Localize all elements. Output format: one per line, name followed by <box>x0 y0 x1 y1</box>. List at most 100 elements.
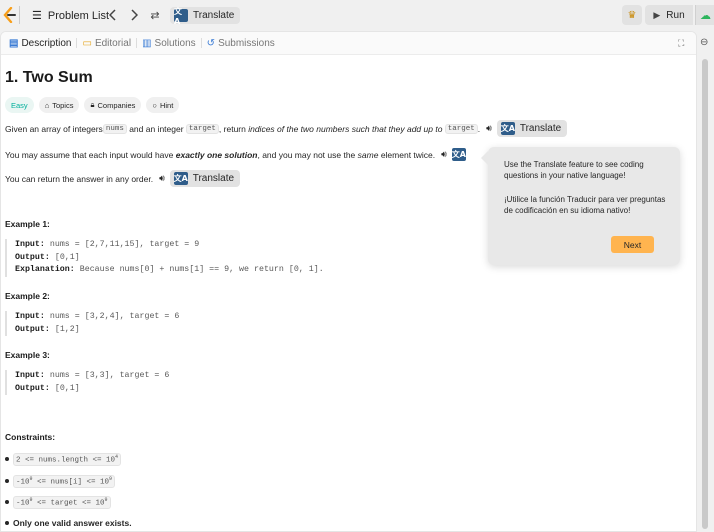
text: You can return the answer in any order. <box>5 173 154 184</box>
scrollbar[interactable]: ⊖ <box>697 31 714 532</box>
problem-list-button[interactable]: ☰ Problem List <box>32 9 110 23</box>
example-block: Input: nums = [2,7,11,15], target = 9 Ou… <box>5 239 324 277</box>
text: You may assume that each input would hav… <box>5 149 176 160</box>
lightbulb-icon: ○ <box>152 100 157 110</box>
constraints-heading: Constraints: <box>5 432 56 442</box>
constraint-item: 2 <= nums.length <= 104 <box>5 453 122 466</box>
text: . <box>477 123 481 134</box>
text: Given an array of integers <box>5 123 103 134</box>
hint-label: Hint <box>159 100 174 110</box>
text: , and you may not use the <box>257 149 358 160</box>
value: [0,1] <box>54 383 80 393</box>
top-bar: ☰ Problem List ⇄ 文A Translate ♛ ▶ Run ☁ <box>0 0 714 31</box>
submit-button[interactable]: ☁ <box>695 5 714 25</box>
logo-icon[interactable] <box>2 6 16 24</box>
tab-label: Submissions <box>218 37 275 49</box>
tooltip-arrow <box>481 151 488 165</box>
constraint-item: -109 <= target <= 109 <box>5 496 111 509</box>
shuffle-button[interactable]: ⇄ <box>147 7 163 23</box>
next-problem-button[interactable] <box>127 7 141 23</box>
editorial-icon: ▭ <box>82 37 92 49</box>
tab-label: Solutions <box>154 37 196 49</box>
label: Output: <box>15 383 50 393</box>
badge-row: Easy ⌂ Topics 🔒︎ Companies ○ Hint <box>5 97 180 113</box>
text: same <box>357 149 379 160</box>
label: Output: <box>15 324 50 334</box>
scrollbar-thumb[interactable] <box>702 59 708 529</box>
bullet <box>5 457 9 462</box>
text: exactly one solution <box>175 149 258 160</box>
difficulty-badge: Easy <box>5 97 34 113</box>
companies-label: Companies <box>97 100 136 110</box>
bullet <box>5 479 9 484</box>
description-paragraph-3: You can return the answer in any order. … <box>5 170 241 187</box>
constraint-code: -109 <= nums[i] <= 109 <box>13 475 116 488</box>
translate-button[interactable]: 文A Translate <box>169 170 241 187</box>
translate-icon: 文A <box>173 172 188 185</box>
label: Output: <box>15 252 50 262</box>
speaker-icon[interactable]: 🔊︎ <box>159 173 165 184</box>
tab-solutions[interactable]: ▥ Solutions <box>137 38 201 49</box>
tab-editorial[interactable]: ▭ Editorial <box>77 38 136 49</box>
value: nums = [2,7,11,15], target = 9 <box>49 240 200 249</box>
example-heading: Example 2: <box>5 291 50 301</box>
inline-code: nums <box>102 123 127 134</box>
value: Because nums[0] + nums[1] == 9, we retur… <box>79 265 324 274</box>
inline-code: target <box>444 123 478 134</box>
constraint-item: Only one valid answer exists. <box>5 518 132 528</box>
text: , return <box>218 123 249 134</box>
play-icon: ▶ <box>653 9 661 20</box>
speaker-icon[interactable]: 🔊︎ <box>441 149 447 160</box>
companies-badge[interactable]: 🔒︎ Companies <box>84 97 142 113</box>
premium-button[interactable]: ♛ <box>622 5 642 25</box>
chevron-left-icon <box>109 9 116 21</box>
translate-label: Translate <box>193 10 235 21</box>
translate-tooltip: Use the Translate feature to see coding … <box>481 147 680 265</box>
value: [0,1] <box>54 252 80 262</box>
shuffle-icon: ⇄ <box>150 8 160 22</box>
premium-icon: ♛ <box>627 9 637 21</box>
chevron-right-icon <box>131 9 138 21</box>
translate-button[interactable]: 文A Translate <box>170 7 241 26</box>
tab-label: Description <box>21 37 72 49</box>
translate-icon[interactable]: 文A <box>452 148 466 161</box>
solutions-icon: ▥ <box>142 37 152 49</box>
label: Explanation: <box>15 265 75 274</box>
topics-label: Topics <box>52 100 74 110</box>
description-panel: ▤ Description ▭ Editorial ▥ Solutions ↺ … <box>0 31 697 532</box>
translate-label: Translate <box>519 123 562 134</box>
text: indices of the two numbers such that the… <box>248 123 445 134</box>
tab-description[interactable]: ▤ Description <box>4 38 76 49</box>
example-heading: Example 1: <box>5 219 50 229</box>
tooltip-text-es: ¡Utilice la función Traducir para ver pr… <box>504 195 666 215</box>
collapse-panel-icon[interactable]: ⊖ <box>700 37 708 48</box>
run-button[interactable]: ▶ Run <box>645 5 693 25</box>
description-icon: ▤ <box>9 37 19 49</box>
example-heading: Example 3: <box>5 350 50 360</box>
label: Input: <box>15 312 45 321</box>
list-icon: ☰ <box>32 10 42 22</box>
constraint-code: 2 <= nums.length <= 104 <box>13 453 122 466</box>
label: Input: <box>15 240 45 249</box>
problem-list-label: Problem List <box>47 9 110 22</box>
hint-badge[interactable]: ○ Hint <box>146 97 180 113</box>
speaker-icon[interactable]: 🔊︎ <box>486 123 492 134</box>
text: and an integer <box>126 123 186 134</box>
translate-icon: 文A <box>174 7 188 26</box>
tab-label: Editorial <box>94 37 132 49</box>
fullscreen-icon[interactable]: ⛶ <box>678 38 684 49</box>
prev-problem-button[interactable] <box>106 7 120 23</box>
bullet <box>5 500 9 505</box>
tab-submissions[interactable]: ↺ Submissions <box>202 38 280 49</box>
cloud-upload-icon: ☁ <box>700 9 711 22</box>
next-button[interactable]: Next <box>611 236 654 253</box>
translate-icon: 文A <box>500 122 515 135</box>
submissions-icon: ↺ <box>206 37 216 49</box>
description-paragraph-1: Given an array of integers nums and an i… <box>5 120 568 137</box>
translate-button[interactable]: 文A Translate <box>496 120 568 137</box>
tab-bar: ▤ Description ▭ Editorial ▥ Solutions ↺ … <box>1 32 696 55</box>
bullet <box>5 521 9 525</box>
problem-title: 1. Two Sum <box>5 69 93 86</box>
description-paragraph-2: You may assume that each input would hav… <box>5 148 466 161</box>
topics-badge[interactable]: ⌂ Topics <box>38 97 80 113</box>
